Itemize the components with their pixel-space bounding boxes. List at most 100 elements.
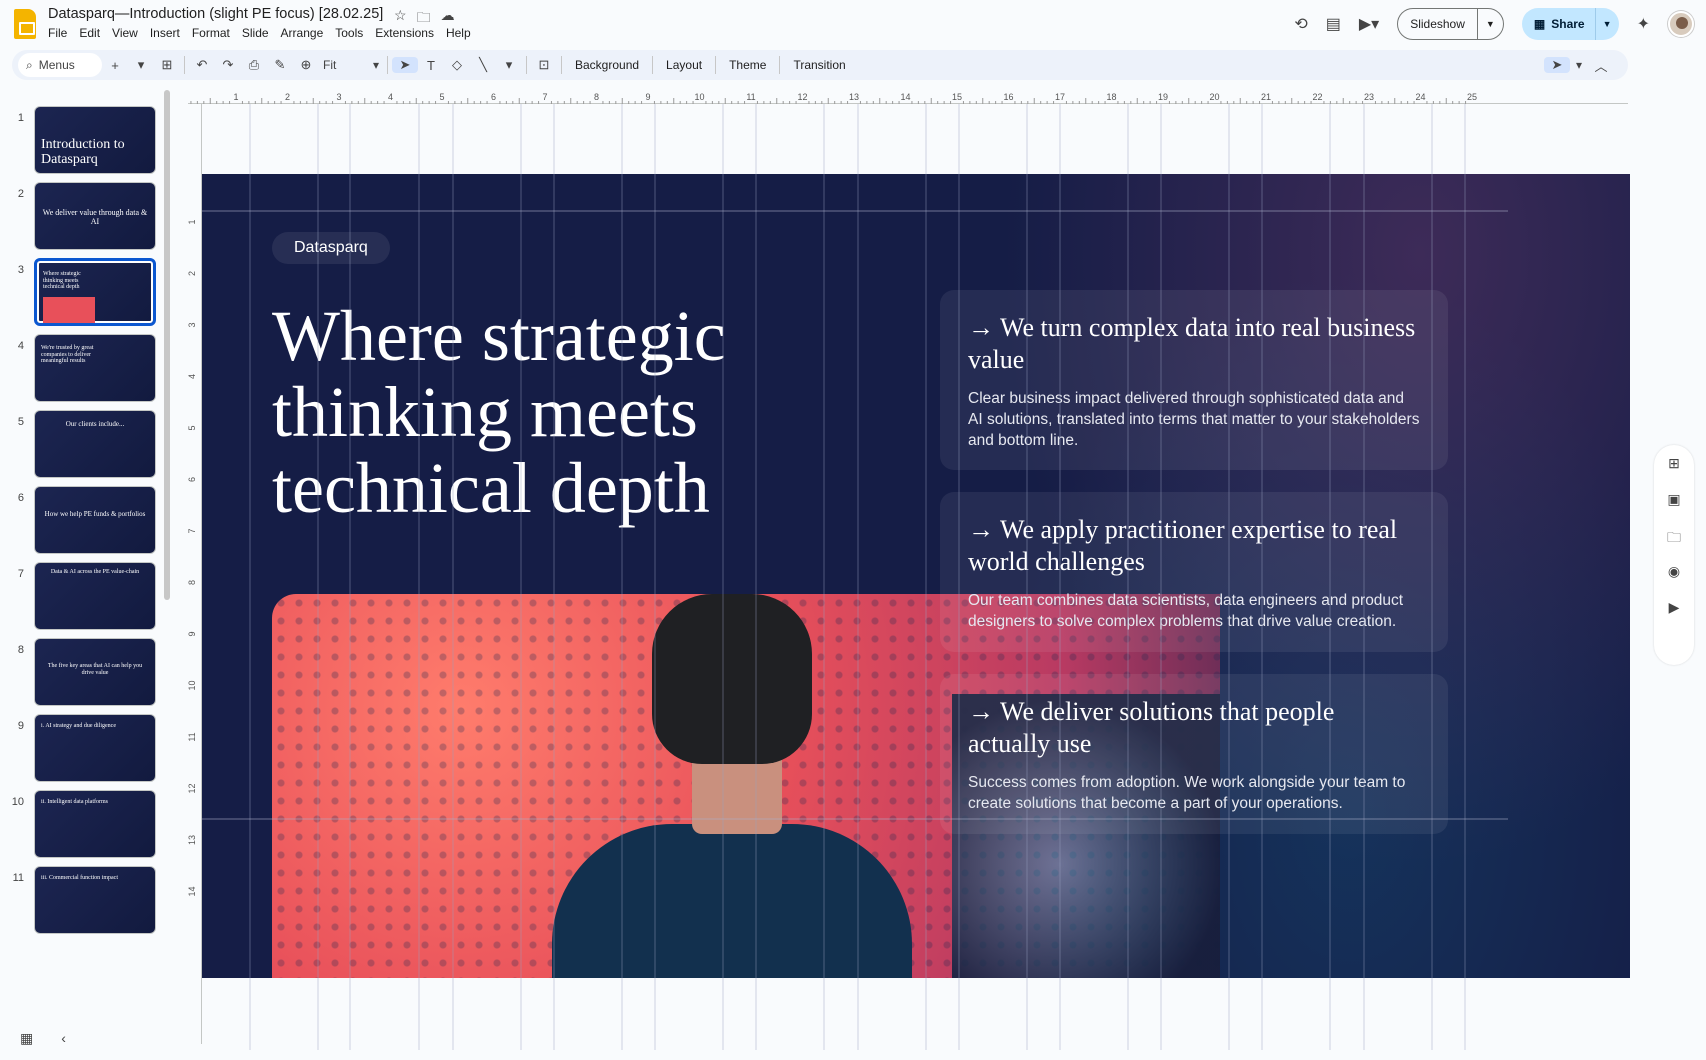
slide-thumbnail[interactable]: We're trusted by great companies to deli…	[34, 334, 156, 402]
filmstrip-item[interactable]: 5 Our clients include...	[0, 410, 160, 480]
value-card[interactable]: → We apply practitioner expertise to rea…	[940, 492, 1448, 652]
zoom-icon[interactable]: ⊕	[293, 57, 319, 73]
filmstrip-item[interactable]: 3 Where strategic thinking meets technic…	[0, 258, 160, 328]
filmstrip-item[interactable]: 4 We're trusted by great companies to de…	[0, 334, 160, 404]
slide-thumbnail[interactable]: Data & AI across the PE value-chain	[34, 562, 156, 630]
text-box-icon[interactable]: T	[418, 58, 444, 73]
collapse-panel-icon[interactable]: ‹	[61, 1030, 66, 1047]
slide-thumbnail[interactable]: i. AI strategy and due diligence	[34, 714, 156, 782]
slide-thumbnail[interactable]: We deliver value through data & AI	[34, 182, 156, 250]
chevron-down-icon: ▾	[372, 58, 379, 72]
new-slide-icon[interactable]: +	[102, 58, 128, 73]
thumbnail-title: Our clients include...	[65, 420, 125, 428]
card-title: → We deliver solutions that people actua…	[968, 697, 1335, 758]
print-icon[interactable]: ⎙	[241, 57, 267, 73]
ruler-label: 1	[233, 92, 238, 102]
filmstrip-item[interactable]: 1 Introduction to Datasparq	[0, 106, 160, 176]
slide-thumbnail[interactable]: Introduction to Datasparq	[34, 106, 156, 174]
current-slide[interactable]: Datasparq Where strategic thinking meets…	[202, 174, 1630, 978]
slides-logo-icon[interactable]	[14, 9, 36, 39]
menu-edit[interactable]: Edit	[79, 26, 100, 40]
grid-view-icon[interactable]: ▦	[20, 1030, 33, 1047]
slideshow-dropdown-icon[interactable]: ▼	[1476, 9, 1503, 39]
slide-number: 11	[12, 872, 24, 884]
menu-format[interactable]: Format	[192, 26, 230, 40]
zoom-select[interactable]: Fit ▾	[323, 58, 379, 72]
select-cursor-icon[interactable]: ➤	[392, 57, 418, 73]
filmstrip-scrollbar[interactable]	[164, 90, 170, 600]
menu-file[interactable]: File	[48, 26, 67, 40]
theme-button[interactable]: Theme	[720, 58, 775, 72]
ruler-label: 25	[1467, 92, 1477, 102]
share-dropdown-icon[interactable]: ▼	[1594, 8, 1619, 40]
filmstrip-item[interactable]: 11 iii. Commercial function impact	[0, 866, 160, 936]
horizontal-ruler[interactable]: 1 2 3 4 5 6 7 8 9 10 11 12 13 14 15 16 17 18 19 20 21 22 23 24 2…	[188, 90, 1628, 104]
menu-search[interactable]: ⌕ Menus	[18, 53, 102, 77]
ruler-label: 9	[645, 92, 650, 102]
filmstrip-controls: ▦ ‹	[20, 1030, 66, 1047]
layout-button[interactable]: Layout	[657, 58, 711, 72]
collapse-toolbar-icon[interactable]: ︿	[1588, 56, 1614, 75]
ruler-label: 10	[188, 680, 197, 690]
slideshow-button[interactable]: Slideshow ▼	[1397, 8, 1504, 40]
slide-thumbnail-selected[interactable]: Where strategic thinking meets technical…	[34, 258, 156, 326]
undo-icon[interactable]: ↶	[189, 57, 215, 73]
menu-view[interactable]: View	[112, 26, 138, 40]
new-slide-dropdown-icon[interactable]: ▾	[128, 57, 154, 73]
record-icon[interactable]: ◉	[1668, 563, 1680, 585]
insert-slide-icon[interactable]: ⊞	[154, 57, 180, 73]
filmstrip-item[interactable]: 7 Data & AI across the PE value-chain	[0, 562, 160, 632]
filmstrip-item[interactable]: 9 i. AI strategy and due diligence	[0, 714, 160, 784]
image-icon[interactable]: ▣	[1667, 491, 1680, 513]
menu-insert[interactable]: Insert	[150, 26, 180, 40]
document-title[interactable]: Datasparq—Introduction (slight PE focus)…	[48, 6, 383, 22]
comments-icon[interactable]: ▤	[1326, 14, 1341, 34]
filmstrip-item[interactable]: 6 How we help PE funds & portfolios	[0, 486, 160, 556]
menu-help[interactable]: Help	[446, 26, 471, 40]
share-icon: ▦	[1533, 17, 1546, 31]
transition-button[interactable]: Transition	[784, 58, 854, 72]
filmstrip-item[interactable]: 8 The five key areas that AI can help yo…	[0, 638, 160, 708]
slide-thumbnail[interactable]: The five key areas that AI can help you …	[34, 638, 156, 706]
toolbar-right: ➤ ▾ ︿	[1543, 56, 1614, 75]
pointer-dropdown-icon[interactable]: ▾	[1576, 58, 1582, 72]
slide-thumbnail[interactable]: How we help PE funds & portfolios	[34, 486, 156, 554]
slide-headline[interactable]: Where strategic thinking meets technical…	[272, 298, 832, 526]
gemini-icon[interactable]: ✦	[1637, 14, 1650, 34]
add-slide-icon[interactable]: ⊞	[1668, 455, 1680, 477]
line-dropdown-icon[interactable]: ▾	[496, 57, 522, 73]
add-comment-icon[interactable]: ⊡	[531, 57, 557, 73]
slide-thumbnail[interactable]: ii. Intelligent data platforms	[34, 790, 156, 858]
slide-thumbnail[interactable]: Our clients include...	[34, 410, 156, 478]
pointer-mode-icon[interactable]: ➤	[1543, 57, 1570, 73]
brand-label[interactable]: Datasparq	[272, 232, 390, 264]
folder-icon[interactable]: 🗀	[1667, 527, 1681, 549]
line-icon[interactable]: ╲	[470, 57, 496, 73]
background-button[interactable]: Background	[566, 58, 648, 72]
slide-thumbnail[interactable]: iii. Commercial function impact	[34, 866, 156, 934]
filmstrip-item[interactable]: 10 ii. Intelligent data platforms	[0, 790, 160, 860]
thumbnail-title: Where strategic thinking meets technical…	[43, 271, 81, 291]
menu-extensions[interactable]: Extensions	[375, 26, 434, 40]
menu-arrange[interactable]: Arrange	[281, 26, 324, 40]
value-card[interactable]: → We turn complex data into real busines…	[940, 290, 1448, 470]
slideshow-label[interactable]: Slideshow	[1398, 9, 1477, 39]
avatar[interactable]	[1668, 11, 1694, 37]
video-icon[interactable]: ▶	[1669, 599, 1680, 621]
share-button[interactable]: ▦ Share ▼	[1521, 8, 1619, 40]
redo-icon[interactable]: ↷	[215, 57, 241, 73]
shape-icon[interactable]: ◇	[444, 57, 470, 73]
vertical-ruler[interactable]: 1 2 3 4 5 6 7 8 9 10 11 12 13 14	[188, 104, 202, 1044]
value-card[interactable]: → We deliver solutions that people actua…	[940, 674, 1448, 834]
ruler-label: 20	[1209, 92, 1219, 102]
menu-tools[interactable]: Tools	[335, 26, 363, 40]
thumbnail-title: iii. Commercial function impact	[41, 875, 118, 881]
version-history-icon[interactable]: ⟲	[1294, 14, 1307, 34]
menu-slide[interactable]: Slide	[242, 26, 269, 40]
filmstrip-item[interactable]: 2 We deliver value through data & AI	[0, 182, 160, 252]
ruler-label: 13	[849, 92, 859, 102]
meet-icon[interactable]: ▶▾	[1359, 14, 1379, 34]
card-body: Our team combines data scientists, data …	[968, 592, 1404, 630]
ruler-label: 19	[1158, 92, 1168, 102]
paint-format-icon[interactable]: ✎	[267, 57, 293, 73]
